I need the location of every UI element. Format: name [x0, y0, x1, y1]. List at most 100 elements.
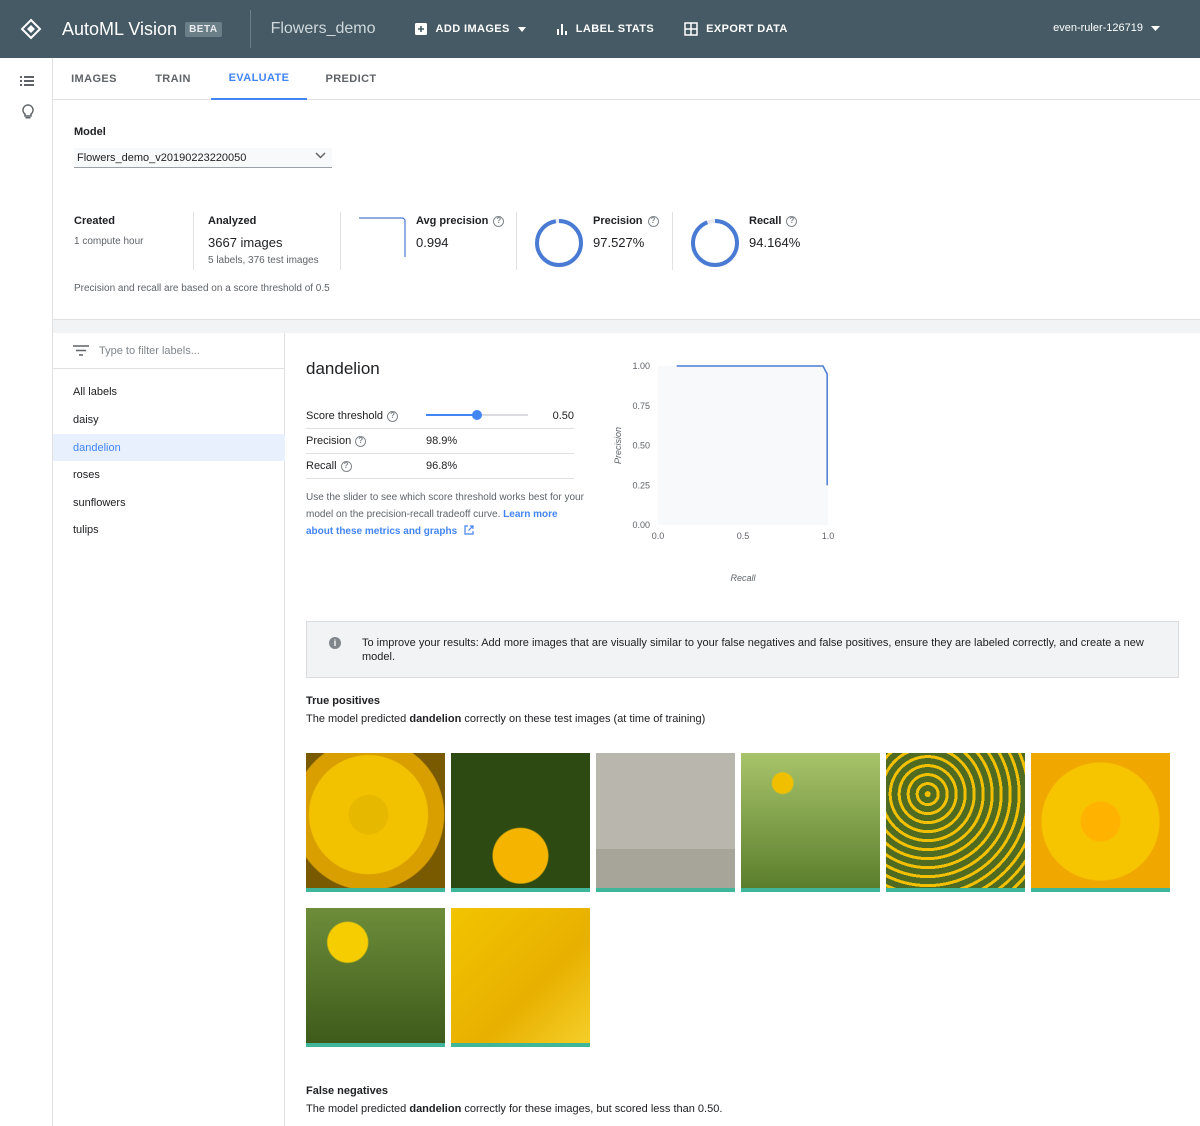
slider-description: Use the slider to see which score thresh…	[306, 492, 584, 537]
precision-recall-chart: 1.00 0.75 0.50 0.25 0.000.0 0.5 1.0 Recall Preci…	[613, 361, 835, 583]
app-title: AutoML Vision	[62, 18, 178, 39]
true-positive-indicator	[306, 1043, 445, 1047]
help-icon[interactable]: ?	[355, 435, 367, 447]
help-icon[interactable]: ?	[493, 215, 505, 227]
label-item-dandelion[interactable]: dandelion	[53, 434, 285, 461]
info-icon: i	[329, 637, 341, 649]
project-selector[interactable]: even-ruler-126719	[1053, 22, 1160, 34]
add-images-button[interactable]: ADD IMAGES	[414, 22, 526, 36]
list-icon[interactable]	[20, 75, 34, 87]
export-data-button[interactable]: EXPORT DATA	[684, 22, 788, 36]
precision-label: Precision?	[306, 435, 367, 447]
label-filter[interactable]: Type to filter labels...	[53, 333, 285, 369]
slider-knob[interactable]	[472, 410, 482, 420]
true-positives-subtitle: The model predicted dandelion correctly …	[306, 713, 706, 725]
automl-logo-icon[interactable]	[0, 0, 62, 58]
label-item-tulips[interactable]: tulips	[53, 516, 285, 543]
image-thumbnail[interactable]	[596, 753, 735, 892]
thumbnail-image	[306, 908, 445, 1045]
false-negatives-subtitle: The model predicted dandelion correctly …	[306, 1103, 723, 1115]
main-tabs: IMAGES TRAIN EVALUATE PREDICT	[53, 58, 1200, 100]
analyzed-detail: 5 labels, 376 test images	[208, 255, 319, 266]
label-stats-label: LABEL STATS	[575, 23, 655, 35]
slider-fill	[426, 414, 477, 416]
label-item-daisy[interactable]: daisy	[53, 406, 285, 433]
precision-donut	[535, 219, 583, 267]
analyzed-value: 3667 images	[208, 235, 283, 250]
image-thumbnail[interactable]	[451, 908, 590, 1047]
label-filter-input[interactable]: Type to filter labels...	[99, 345, 200, 357]
model-select[interactable]: Flowers_demo_v20190223220050	[74, 148, 332, 168]
chart-plot-area	[658, 366, 828, 525]
y-tick-label: 1.00	[632, 361, 650, 371]
dropdown-arrow-icon	[1151, 25, 1160, 31]
false-negatives-title: False negatives	[306, 1085, 388, 1097]
project-name: even-ruler-126719	[1053, 22, 1143, 34]
recall-value: 96.8%	[426, 460, 458, 472]
true-positive-indicator	[451, 888, 590, 892]
created-title: Created	[74, 215, 115, 227]
stats-divider	[516, 212, 517, 270]
image-thumbnail[interactable]	[886, 753, 1025, 892]
thumbnail-image	[1031, 753, 1170, 890]
image-thumbnail[interactable]	[306, 753, 445, 892]
score-threshold-slider[interactable]	[426, 410, 528, 420]
analyzed-title: Analyzed	[208, 215, 257, 227]
label-stats-button[interactable]: LABEL STATS	[556, 23, 654, 35]
x-tick-label: 1.0	[822, 531, 835, 541]
help-icon[interactable]: ?	[647, 215, 659, 227]
y-tick-label: 0.25	[632, 480, 650, 490]
threshold-note: Precision and recall are based on a scor…	[74, 283, 330, 294]
label-item-all[interactable]: All labels	[53, 378, 285, 405]
add-images-label: ADD IMAGES	[435, 23, 510, 35]
y-axis-label: Precision	[613, 427, 623, 464]
tab-images[interactable]: IMAGES	[53, 58, 135, 100]
y-tick-label: 0.00	[632, 520, 650, 530]
precision-value: 98.9%	[426, 435, 458, 447]
image-thumbnail[interactable]	[1031, 753, 1170, 892]
y-tick-label: 0.50	[632, 441, 650, 451]
label-item-sunflowers[interactable]: sunflowers	[53, 489, 285, 516]
created-value: 1 compute hour	[74, 236, 144, 247]
score-threshold-label: Score threshold?	[306, 410, 399, 422]
tab-train[interactable]: TRAIN	[135, 58, 211, 100]
model-select-value: Flowers_demo_v20190223220050	[77, 151, 247, 164]
help-icon[interactable]: ?	[340, 460, 352, 472]
stats-divider	[340, 212, 341, 270]
lightbulb-icon[interactable]	[22, 104, 34, 120]
true-positives-title: True positives	[306, 695, 380, 707]
precision-row: Precision? 98.9%	[306, 429, 574, 454]
recall-donut	[691, 219, 739, 267]
image-thumbnail[interactable]	[451, 753, 590, 892]
y-tick-label: 0.75	[632, 401, 650, 411]
avg-precision-sparkline	[359, 217, 406, 257]
recall-label: Recall?	[306, 460, 352, 472]
thumbnail-image	[886, 753, 1025, 890]
chevron-down-icon	[315, 152, 326, 159]
section-separator	[53, 319, 1200, 333]
precision-value: 97.527%	[593, 235, 645, 250]
thumbnail-image	[451, 908, 590, 1045]
image-thumbnail[interactable]	[306, 908, 445, 1047]
tab-evaluate[interactable]: EVALUATE	[211, 58, 307, 100]
filter-icon	[73, 345, 89, 356]
score-threshold-row: Score threshold? 0.50	[306, 404, 574, 429]
info-text: To improve your results: Add more images…	[362, 637, 1144, 663]
stats-divider	[193, 212, 194, 270]
x-tick-label: 0.0	[652, 531, 665, 541]
avg-precision-title: Avg precision?	[416, 215, 505, 227]
thumbnail-image	[741, 753, 880, 890]
model-label: Model	[74, 126, 106, 138]
x-tick-label: 0.5	[737, 531, 750, 541]
grid-icon	[684, 22, 698, 36]
tab-predict[interactable]: PREDICT	[307, 58, 395, 100]
beta-badge: BETA	[185, 21, 222, 37]
help-icon[interactable]: ?	[786, 215, 798, 227]
stats-divider	[672, 212, 673, 270]
help-icon[interactable]: ?	[387, 410, 399, 422]
left-nav-rail	[0, 58, 53, 1126]
image-thumbnail[interactable]	[741, 753, 880, 892]
x-axis-label: Recall	[730, 573, 756, 583]
label-item-roses[interactable]: roses	[53, 461, 285, 488]
bar-chart-icon	[556, 24, 567, 35]
